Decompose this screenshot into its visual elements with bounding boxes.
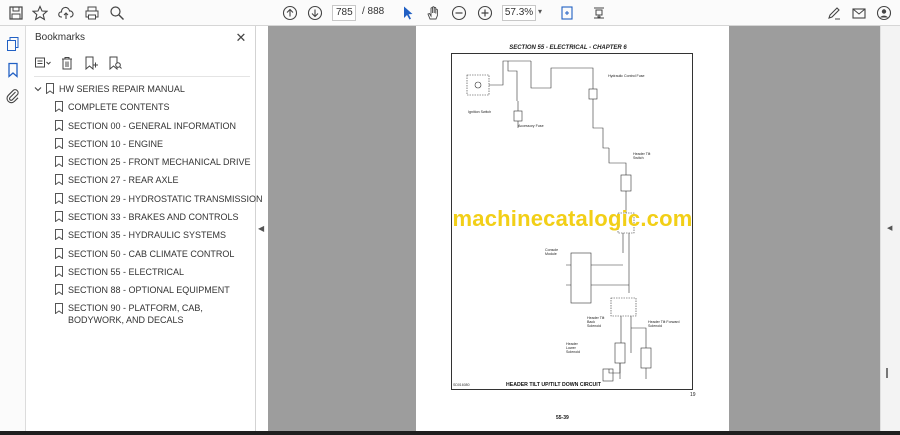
bookmark-item[interactable]: COMPLETE CONTENTS (26, 99, 256, 117)
zoom-level-input[interactable]: 57.3% (502, 5, 536, 21)
bookmark-item[interactable]: SECTION 88 - OPTIONAL EQUIPMENT (26, 282, 256, 300)
bookmark-item[interactable]: SECTION 29 - HYDROSTATIC TRANSMISSION (26, 191, 263, 209)
select-cursor-icon[interactable] (398, 3, 418, 23)
star-icon[interactable] (30, 3, 50, 23)
accessory-fuse-label: Accessory Fuse (518, 124, 544, 128)
bookmark-flag-icon (55, 302, 63, 314)
bookmark-flag-icon (46, 83, 54, 94)
bookmark-flag-icon (55, 284, 63, 296)
page-total: / 888 (362, 6, 385, 17)
figure-number: 19 (690, 392, 696, 398)
pdf-page: SECTION 55 - ELECTRICAL - CHAPTER 6 Igni… (416, 26, 729, 431)
zoom-search-icon[interactable] (107, 3, 127, 23)
zoom-in-icon[interactable] (475, 3, 495, 23)
bookmark-item[interactable]: SECTION 90 - PLATFORM, CAB, BODYWORK, AN… (26, 301, 256, 327)
main-toolbar: 785 / 888 57.3% ▾ (0, 0, 900, 26)
console-module-label: Console Module (545, 248, 559, 256)
bookmark-flag-icon (55, 211, 63, 223)
bookmark-label: SECTION 55 - ELECTRICAL (68, 266, 185, 277)
bookmark-item[interactable]: SECTION 00 - GENERAL INFORMATION (26, 118, 256, 136)
bookmark-label: SECTION 29 - HYDROSTATIC TRANSMISSION (68, 193, 263, 204)
right-panel-handle-icon[interactable]: ◀ (887, 224, 892, 232)
bookmark-root[interactable]: HW SERIES REPAIR MANUAL (26, 81, 256, 99)
bookmark-item[interactable]: SECTION 25 - FRONT MECHANICAL DRIVE (26, 154, 256, 172)
print-icon[interactable] (82, 3, 102, 23)
bookmark-item[interactable]: SECTION 55 - ELECTRICAL (26, 264, 256, 282)
tilt-switch-label: Header Tilt Switch (633, 152, 651, 160)
bookmark-label: SECTION 27 - REAR AXLE (68, 175, 179, 186)
bookmark-label: SECTION 10 - ENGINE (68, 138, 164, 149)
watermark: machinecatalogic.com (452, 206, 693, 231)
page-number-input[interactable]: 785 (332, 5, 356, 21)
bookmark-label: HW SERIES REPAIR MANUAL (59, 84, 185, 94)
bookmarks-panel-icon[interactable] (5, 62, 21, 78)
figure-caption: HEADER TILT UP/TILT DOWN CIRCUIT (506, 382, 601, 388)
bookmarks-toolbar (34, 54, 124, 72)
bookmark-flag-icon (55, 156, 63, 168)
bookmark-flag-icon (55, 247, 63, 259)
navigation-rail (0, 26, 26, 435)
delete-bookmark-icon[interactable] (58, 55, 76, 71)
bookmark-item[interactable]: SECTION 35 - HYDRAULIC SYSTEMS (26, 227, 256, 245)
close-icon[interactable]: ✕ (234, 30, 248, 46)
bookmark-label: SECTION 50 - CAB CLIMATE CONTROL (68, 248, 235, 259)
bookmarks-divider (34, 76, 250, 77)
bookmark-options-icon[interactable] (34, 55, 52, 71)
bookmark-item[interactable]: SECTION 27 - REAR AXLE (26, 172, 256, 190)
scroll-mode-icon[interactable] (589, 3, 609, 23)
page-fit-icon[interactable] (557, 3, 577, 23)
bookmark-flag-icon (55, 192, 63, 204)
account-icon[interactable] (874, 3, 894, 23)
tilt-back-solenoid-label: Header Tilt Back Solenoid (587, 316, 605, 328)
lower-solenoid-label: Header Lower Solenoid (566, 342, 580, 354)
bookmark-item[interactable]: SECTION 10 - ENGINE (26, 136, 256, 154)
bookmark-label: SECTION 88 - OPTIONAL EQUIPMENT (68, 285, 230, 296)
bookmark-label: SECTION 00 - GENERAL INFORMATION (68, 120, 237, 131)
bookmark-label: COMPLETE CONTENTS (68, 102, 170, 113)
bookmark-flag-icon (55, 265, 63, 277)
previous-page-icon[interactable] (280, 3, 300, 23)
document-viewer: SECTION 55 - ELECTRICAL - CHAPTER 6 Igni… (268, 26, 880, 431)
ignition-switch-label: Ignition Switch (468, 110, 492, 114)
zoom-out-icon[interactable] (449, 3, 469, 23)
bookmark-flag-icon (55, 101, 63, 113)
hydraulic-fuse-label: Hydraulic Control Fuse (608, 74, 645, 78)
bookmark-flag-icon (55, 137, 63, 149)
bookmark-label: SECTION 35 - HYDRAULIC SYSTEMS (68, 230, 227, 241)
taskbar-edge (0, 431, 900, 435)
bookmark-label: SECTION 33 - BRAKES AND CONTROLS (68, 212, 239, 223)
bookmarks-list: HW SERIES REPAIR MANUAL COMPLETE CONTENT… (26, 81, 263, 327)
upload-cloud-icon[interactable] (56, 3, 76, 23)
tilt-forward-solenoid-label: Header Tilt Forward Solenoid (648, 320, 680, 328)
bookmark-label: SECTION 25 - FRONT MECHANICAL DRIVE (68, 157, 251, 168)
page-header: SECTION 55 - ELECTRICAL - CHAPTER 6 (509, 45, 627, 51)
bookmark-flag-icon (55, 229, 63, 241)
figure-id: SD016080 (453, 383, 470, 387)
bookmarks-title: Bookmarks (35, 32, 86, 43)
bookmark-flag-icon (55, 174, 63, 186)
zoom-dropdown-chevron-icon[interactable]: ▾ (538, 7, 542, 16)
scroll-thumb[interactable] (886, 368, 888, 378)
save-icon[interactable] (6, 3, 26, 23)
chevron-down-icon[interactable] (34, 85, 42, 93)
new-bookmark-icon[interactable] (82, 55, 100, 71)
hand-tool-icon[interactable] (423, 3, 443, 23)
bookmark-item[interactable]: SECTION 50 - CAB CLIMATE CONTROL (26, 246, 256, 264)
bookmark-item[interactable]: SECTION 33 - BRAKES AND CONTROLS (26, 209, 256, 227)
attachments-icon[interactable] (5, 88, 21, 104)
bookmark-label: SECTION 90 - PLATFORM, CAB, BODYWORK, AN… (68, 302, 203, 325)
sign-pen-icon[interactable] (824, 3, 844, 23)
bookmark-flag-icon (55, 119, 63, 131)
mail-icon[interactable] (849, 3, 869, 23)
page-number: 55-39 (556, 415, 569, 421)
page-thumbnails-icon[interactable] (5, 36, 21, 52)
find-bookmark-icon[interactable] (106, 55, 124, 71)
bookmarks-panel: Bookmarks ✕ HW SERIES REPAIR MANUAL COMP… (26, 26, 263, 435)
panel-collapse-handle-icon[interactable]: ◀ (258, 224, 264, 233)
next-page-icon[interactable] (305, 3, 325, 23)
